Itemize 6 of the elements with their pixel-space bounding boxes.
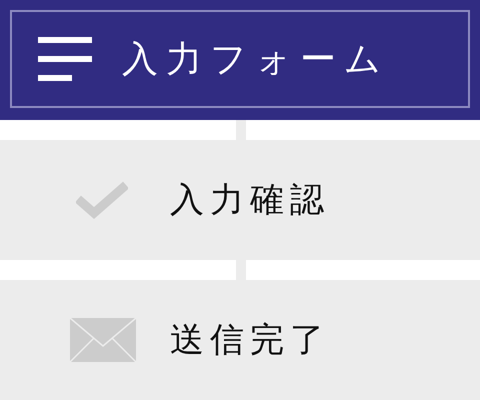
form-title: 入力フォーム — [122, 38, 389, 82]
menu-icon[interactable] — [38, 37, 92, 81]
envelope-icon — [70, 318, 136, 362]
step-label: 入力確認 — [170, 179, 330, 222]
check-icon — [76, 181, 128, 219]
step-label: 送信完了 — [170, 319, 330, 362]
